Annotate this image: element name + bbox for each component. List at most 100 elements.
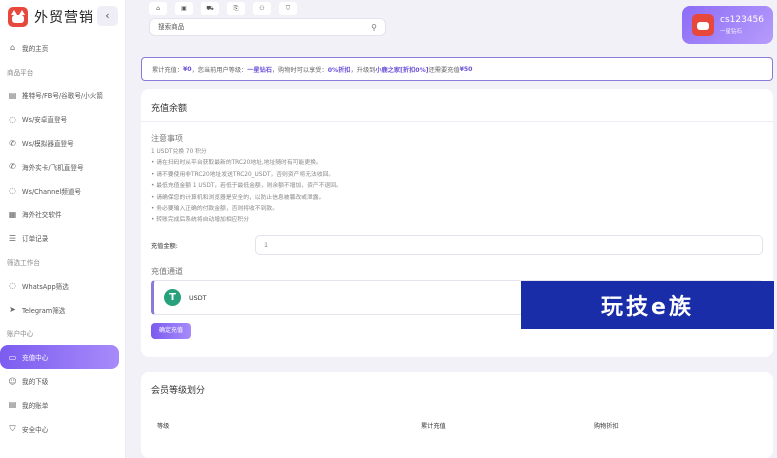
need-amount: ¥50 [459, 65, 473, 73]
list-icon: ☰ [8, 233, 17, 243]
sidebar-item-label: 我的下级 [22, 378, 49, 387]
tab-strip: ⌂ ▣ ⛟ ⎘ ⚇ ⛉ [149, 2, 297, 15]
channel-title: 充值通道 [151, 267, 183, 276]
next-level: 小鹿之家[折扣0%] [375, 66, 429, 74]
member-levels-panel: 会员等级划分 等级 累计充值 购物折扣 [141, 372, 773, 458]
note-line: • 最低充值金额 1 USDT，若低于最低金额，则余额不增加，资产不退回。 [151, 183, 342, 190]
amount-label: 充值金额: [151, 242, 178, 250]
sidebar-item-label: 充值中心 [22, 354, 49, 363]
sidebar-section-label: 商品平台 [7, 68, 34, 77]
whatsapp-icon: ◌ [9, 186, 16, 196]
sidebar-item[interactable]: ➤ Telegram筛选 [0, 298, 126, 322]
sidebar-item[interactable]: ▤ 我的账单 [0, 393, 126, 417]
search-input[interactable] [158, 23, 372, 31]
notice-text: 还需要充值 [428, 66, 460, 74]
sidebar-item[interactable]: ☺ 我的下级 [0, 369, 126, 393]
sidebar-item-label: 订单记录 [22, 235, 49, 244]
bill-icon: ▤ [8, 400, 17, 410]
current-level: 一星钻石 [247, 66, 272, 74]
nav-tab[interactable]: ⚇ [253, 2, 271, 15]
sidebar-item[interactable]: ✆ 海外实卡/飞机直登号 [0, 155, 126, 179]
user-name: cs123456 [720, 15, 764, 25]
nav-tab[interactable]: ▣ [175, 2, 193, 15]
user-card[interactable]: cs123456 一星钻石 [682, 6, 773, 44]
search-bar[interactable]: ⚲ [149, 18, 386, 36]
sidebar-item[interactable]: ▦ 海外社交软件 [0, 203, 126, 227]
shield-icon: ⛉ [9, 424, 16, 434]
sidebar-item[interactable]: ◌ Ws/Channel频道号 [0, 179, 126, 203]
sidebar-item-label: 安全中心 [22, 425, 49, 434]
whatsapp-icon: ◌ [9, 281, 16, 291]
wallet-icon: ▭ [8, 352, 17, 362]
panel-title: 会员等级划分 [151, 386, 206, 396]
sidebar-item[interactable]: ⌂ 我的主页 [0, 36, 126, 60]
sidebar-item[interactable]: ◌ Ws/安卓直登号 [0, 107, 126, 131]
column-header-total: 累计充值 [421, 423, 446, 430]
nav-tab[interactable]: ⌂ [149, 2, 167, 15]
sidebar-item[interactable]: ◌ WhatsApp筛选 [0, 274, 126, 298]
amount-row: 充值金额: [151, 235, 763, 255]
sidebar: 外贸营销 ‹ ⌂ 我的主页商品平台 ▤ 推特号/FB号/谷歌号/小火箭 ◌ Ws/安卓直登… [0, 0, 126, 458]
collapse-sidebar-button[interactable]: ‹ [97, 6, 118, 26]
sidebar-item-label: 推特号/FB号/谷歌号/小火箭 [22, 92, 103, 101]
notice-text: ，升级到 [350, 66, 376, 74]
sidebar-item-label: Ws/Channel频道号 [22, 187, 82, 196]
phone-icon: ✆ [9, 162, 16, 172]
nav-tab[interactable]: ⛉ [279, 2, 297, 15]
search-icon[interactable]: ⚲ [371, 23, 377, 32]
note-line: • 请不要使用非TRC20地址发送TRC20_USDT，否则资产将无法收回。 [151, 171, 335, 178]
sidebar-item-label: 海外社交软件 [22, 211, 62, 220]
sidebar-item-label: Ws/模拟器直登号 [22, 140, 74, 149]
sidebar-item[interactable]: ✆ Ws/模拟器直登号 [0, 131, 126, 155]
sidebar-item[interactable]: ▭ 充值中心 [0, 345, 119, 370]
note-line: • 转账完成后系统将自动增加相应积分 [151, 217, 250, 224]
notice-text: 累计充值： [152, 66, 183, 74]
current-discount: 0%折扣 [327, 66, 351, 74]
grid-icon: ▦ [8, 209, 17, 219]
doc-icon: ▤ [8, 90, 17, 100]
note-line: 1 USDT兑换 70 积分 [151, 149, 207, 155]
phone-icon: ✆ [9, 138, 16, 148]
column-header-discount: 购物折扣 [594, 423, 619, 430]
notice-text: ，您当前用户等级： [191, 66, 248, 74]
sidebar-item-label: 我的账单 [22, 401, 49, 410]
recharge-notice: 累计充值： ¥0 ，您当前用户等级： 一星钻石 ，购物时可以享受： 0%折扣 ，… [141, 57, 773, 81]
user-icon: ☺ [8, 376, 17, 386]
amount-input[interactable] [255, 235, 763, 255]
nav-tab[interactable]: ⎘ [227, 2, 245, 15]
sidebar-item-label: WhatsApp筛选 [22, 282, 69, 291]
sidebar-item[interactable]: ☰ 订单记录 [0, 226, 126, 250]
brand-name: 外贸营销 [34, 10, 94, 26]
brand[interactable]: 外贸营销 [8, 6, 94, 28]
nav-tab[interactable]: ⛟ [201, 2, 219, 15]
sidebar-item[interactable]: ⛉ 安全中心 [0, 417, 126, 441]
sidebar-item-label: Telegram筛选 [22, 306, 66, 315]
watermark: 玩技e族 [521, 281, 774, 329]
topbar: ⌂ ▣ ⛟ ⎘ ⚇ ⛉ ⚲ cs123456 一星钻石 [141, 2, 773, 44]
notes-title: 注意事项 [151, 134, 183, 143]
note-line: • 请确保您的计算机和浏览器是安全的，以防止信息被篡改或泄露。 [151, 194, 325, 201]
sidebar-section-label: 账户中心 [7, 330, 34, 339]
user-level: 一星钻石 [720, 29, 743, 35]
channel-label: USDT [189, 293, 207, 302]
sidebar-menu: ⌂ 我的主页商品平台 ▤ 推特号/FB号/谷歌号/小火箭 ◌ Ws/安卓直登号 ✆ Ws/模拟… [0, 36, 126, 441]
notes-list: 1 USDT兑换 70 积分 • 请在扫码时从平台获取最新的TRC20地址,地址随… [151, 147, 342, 227]
home-icon: ⌂ [9, 43, 16, 53]
sidebar-item-label: 我的主页 [22, 44, 49, 53]
panel-title: 充值余额 [151, 104, 188, 114]
note-line: • 请在扫码时从平台获取最新的TRC20地址,地址随时有可能更换。 [151, 160, 322, 167]
telegram-icon: ➤ [9, 305, 16, 315]
sidebar-section-label: 筛选工作台 [7, 259, 40, 268]
sidebar-item-label: Ws/安卓直登号 [22, 116, 68, 125]
table-header: 等级 累计充值 购物折扣 [157, 421, 757, 433]
column-header-level: 等级 [157, 423, 170, 430]
whatsapp-icon: ◌ [9, 114, 16, 124]
avatar [692, 14, 714, 36]
note-line: • 务必要输入正确的付款金额，否则将收不到款。 [151, 206, 278, 213]
confirm-recharge-button[interactable]: 确定充值 [151, 323, 191, 339]
watermark-text: 玩技e族 [601, 295, 694, 320]
sidebar-item[interactable]: ▤ 推特号/FB号/谷歌号/小火箭 [0, 84, 126, 108]
sidebar-item-label: 海外实卡/飞机直登号 [22, 163, 84, 172]
logo-icon [8, 7, 28, 27]
notice-text: ，购物时可以享受： [272, 66, 328, 74]
